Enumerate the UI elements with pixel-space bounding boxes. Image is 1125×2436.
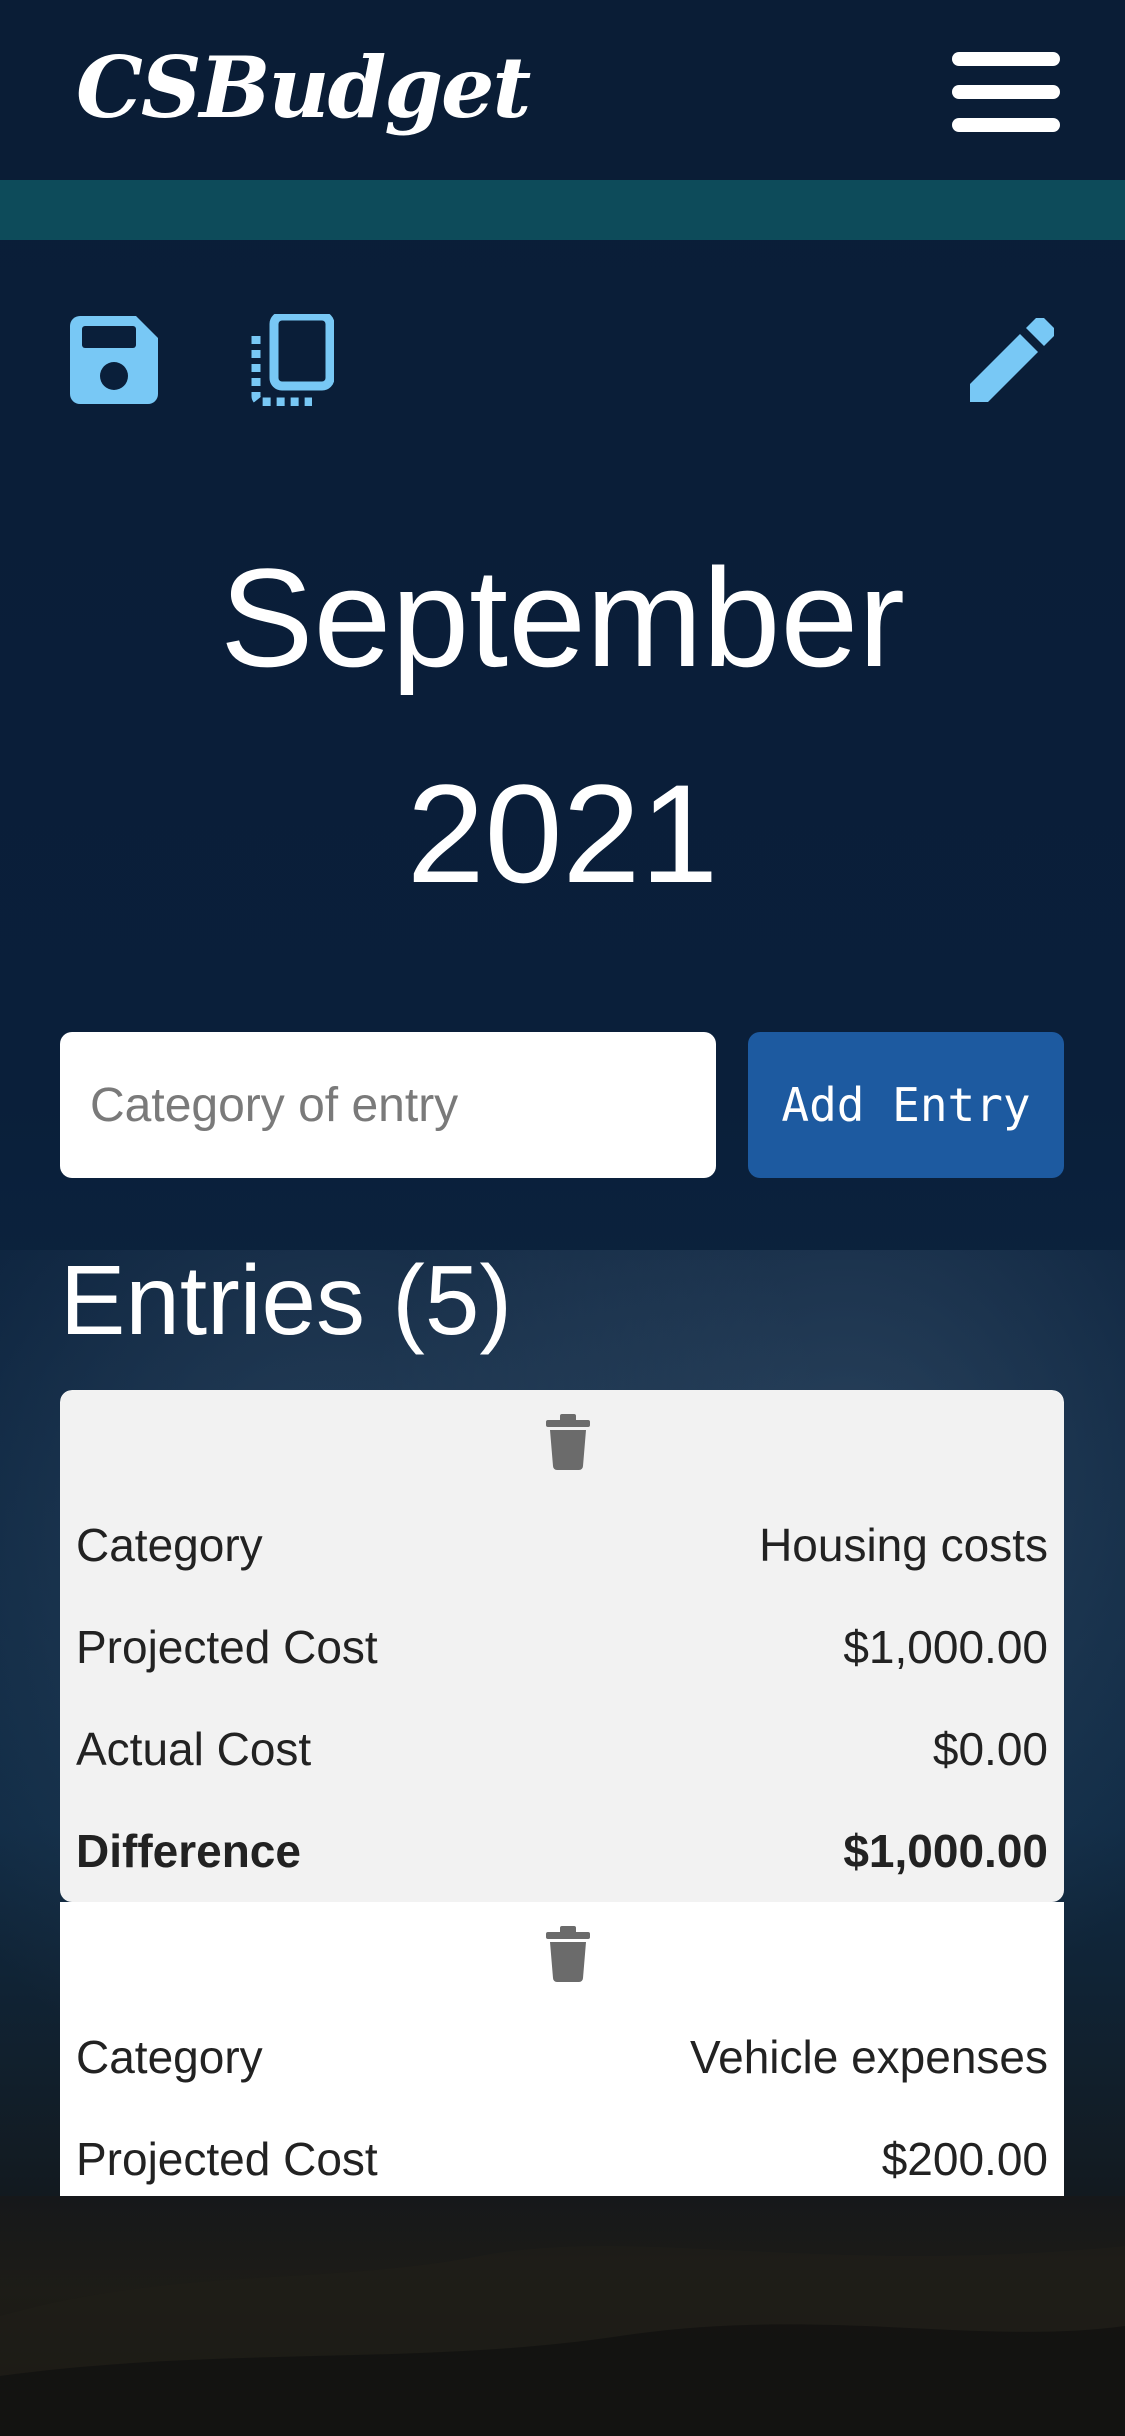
row-label: Category xyxy=(76,2031,263,2083)
hamburger-bar xyxy=(952,52,1060,66)
add-entry-button[interactable]: Add Entry xyxy=(748,1032,1064,1178)
entry-row-projected: Projected Cost $200.00 xyxy=(76,2108,1048,2196)
entry-row-actual: Actual Cost $0.00 xyxy=(76,1698,1048,1800)
row-label: Difference xyxy=(76,1825,301,1877)
entries-list: Category Housing costs Projected Cost $1… xyxy=(60,1390,1064,2196)
row-label: Actual Cost xyxy=(76,1723,312,1775)
ridge-decoration xyxy=(0,2246,1125,2436)
entry-actions xyxy=(76,1902,1048,2006)
page-title: September 2021 xyxy=(0,510,1125,942)
entry-row-difference: Difference $1,000.00 xyxy=(76,1800,1048,1902)
brand-logo[interactable]: CSBudget xyxy=(76,38,531,137)
month-label: September xyxy=(220,539,905,696)
edit-icon[interactable] xyxy=(966,318,1054,406)
entry-row-category: Category Vehicle expenses xyxy=(76,2006,1048,2108)
entry-row-projected: Projected Cost $1,000.00 xyxy=(76,1596,1048,1698)
trash-icon[interactable] xyxy=(546,1414,590,1470)
entry-card: Category Vehicle expenses Projected Cost… xyxy=(60,1902,1064,2196)
entry-card: Category Housing costs Projected Cost $1… xyxy=(60,1390,1064,1902)
hamburger-bar xyxy=(952,85,1060,99)
row-label: Category xyxy=(76,1519,263,1571)
row-value: Housing costs xyxy=(759,1519,1048,1571)
row-label: Projected Cost xyxy=(76,2133,378,2185)
row-label: Projected Cost xyxy=(76,1621,378,1673)
row-value: $200.00 xyxy=(881,2133,1048,2185)
navbar: CSBudget xyxy=(0,0,1125,180)
entries-heading: Entries (5) xyxy=(60,1245,513,1355)
row-value: $0.00 xyxy=(932,1723,1048,1775)
entry-actions xyxy=(76,1390,1048,1494)
year-label: 2021 xyxy=(406,755,719,912)
accent-strip xyxy=(0,180,1125,240)
category-input[interactable] xyxy=(60,1032,716,1178)
trash-icon[interactable] xyxy=(546,1926,590,1982)
row-value: $1,000.00 xyxy=(843,1825,1048,1877)
hamburger-bar xyxy=(952,118,1060,132)
row-value: Vehicle expenses xyxy=(689,2031,1048,2083)
save-icon[interactable] xyxy=(70,316,158,404)
menu-toggle-button[interactable] xyxy=(952,52,1060,132)
row-value: $1,000.00 xyxy=(843,1621,1048,1673)
copy-icon[interactable] xyxy=(250,314,334,406)
entry-row-category: Category Housing costs xyxy=(76,1494,1048,1596)
